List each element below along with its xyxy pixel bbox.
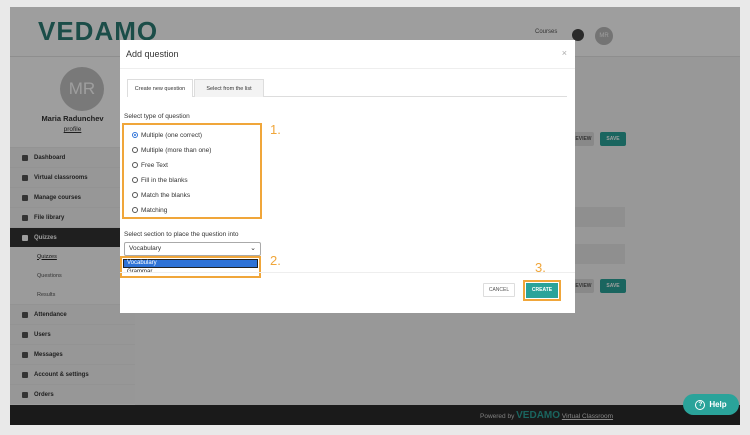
modal-tabs: Create new question Select from the list <box>127 79 567 97</box>
annotation-step-1: 1. <box>270 122 281 137</box>
section-select[interactable]: Vocabulary ⌄ <box>124 242 261 256</box>
option-label: Matching <box>141 206 168 214</box>
option-label: Fill in the blanks <box>141 176 188 184</box>
section-label: Select section to place the question int… <box>124 231 239 238</box>
modal-title: Add question <box>126 49 179 59</box>
question-icon: ? <box>695 399 706 410</box>
radio-matching[interactable]: Matching <box>132 204 167 216</box>
option-label: Match the blanks <box>141 191 191 199</box>
create-button-highlight: CREATE <box>523 280 561 301</box>
annotation-step-2: 2. <box>270 253 281 268</box>
radio-free-text[interactable]: Free Text <box>132 159 168 171</box>
chevron-down-icon: ⌄ <box>250 245 256 252</box>
radio-match-the-blanks[interactable]: Match the blanks <box>132 189 190 201</box>
close-icon[interactable]: × <box>562 48 567 58</box>
question-type-options: Multiple (one correct) Multiple (more th… <box>122 123 262 219</box>
tab-select-from-list[interactable]: Select from the list <box>194 79 264 97</box>
radio-icon[interactable] <box>132 147 138 153</box>
radio-icon[interactable] <box>132 207 138 213</box>
radio-fill-in-the-blanks[interactable]: Fill in the blanks <box>132 174 188 186</box>
radio-multiple-more-than-one[interactable]: Multiple (more than one) <box>132 144 211 156</box>
add-question-modal: Add question × Create new question Selec… <box>120 40 575 313</box>
radio-checked-icon[interactable] <box>132 132 138 138</box>
create-button[interactable]: CREATE <box>526 283 558 298</box>
radio-icon[interactable] <box>132 177 138 183</box>
cancel-button[interactable]: CANCEL <box>483 283 515 297</box>
modal-header: Add question × <box>120 40 575 69</box>
option-label: Multiple (more than one) <box>141 146 212 154</box>
tab-create-new-question[interactable]: Create new question <box>127 79 193 97</box>
modal-footer-divider <box>120 272 575 273</box>
dropdown-option-vocabulary[interactable]: Vocabulary <box>123 259 258 268</box>
question-type-label: Select type of question <box>124 113 190 120</box>
radio-multiple-one-correct[interactable]: Multiple (one correct) <box>132 129 202 141</box>
help-button[interactable]: ? Help <box>683 394 739 415</box>
option-label: Free Text <box>141 161 168 169</box>
radio-icon[interactable] <box>132 162 138 168</box>
radio-icon[interactable] <box>132 192 138 198</box>
app-frame: VEDAMO Courses MR MR Maria Radunchev pro… <box>10 7 740 425</box>
help-label: Help <box>709 400 727 409</box>
option-label: Multiple (one correct) <box>141 131 203 139</box>
section-dropdown-list: Vocabulary Grammar <box>120 256 261 278</box>
section-select-value: Vocabulary <box>129 245 162 252</box>
annotation-step-3: 3. <box>535 260 546 275</box>
